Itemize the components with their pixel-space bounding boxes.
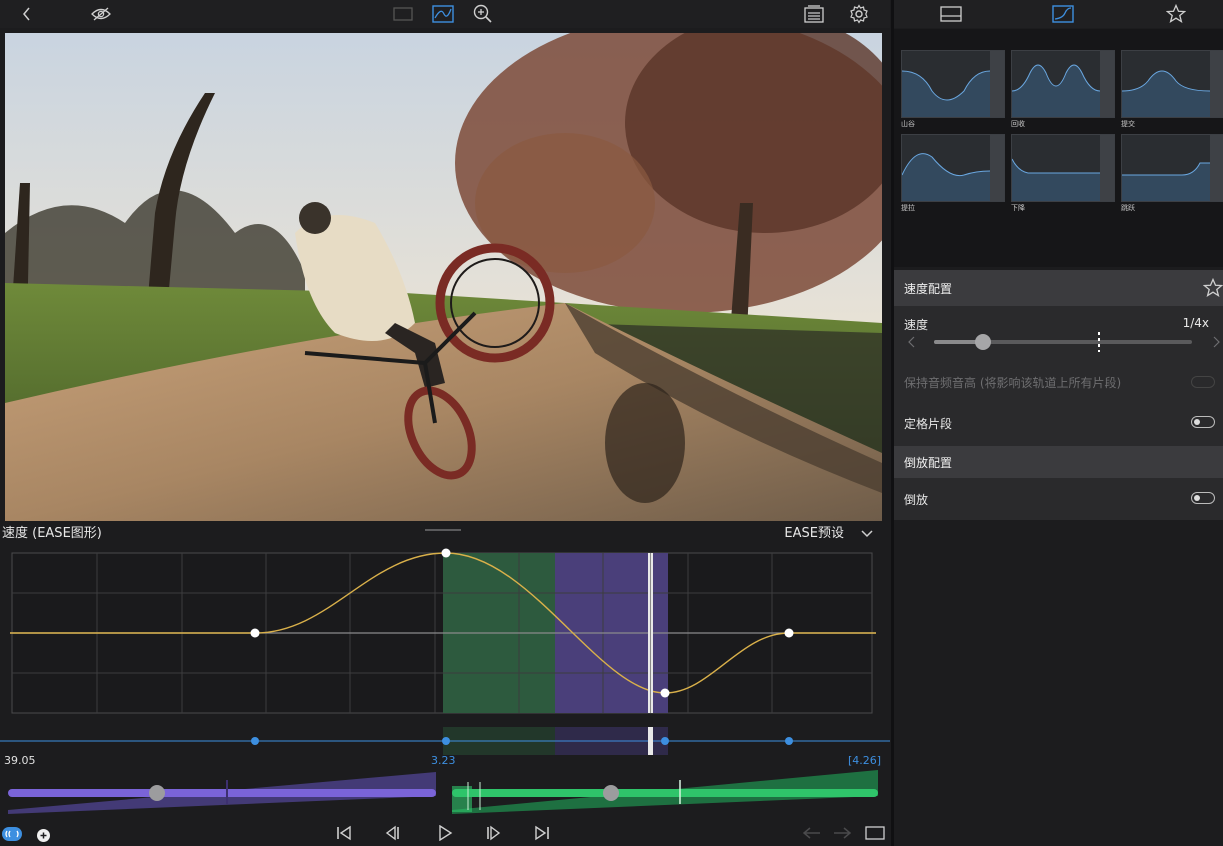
inspector-tabs xyxy=(894,0,1223,28)
favorite-star-icon[interactable] xyxy=(1165,3,1187,28)
curve-tab-icon[interactable] xyxy=(1052,5,1074,27)
inspector-list-icon[interactable] xyxy=(803,3,825,25)
reverse-toggle[interactable] xyxy=(1191,492,1215,504)
timeline-keyframe[interactable] xyxy=(785,737,793,745)
preset-label: 提交 xyxy=(1121,120,1135,128)
keyframe-point[interactable] xyxy=(784,628,794,638)
drag-handle[interactable] xyxy=(425,529,461,531)
playback-controls xyxy=(0,820,890,846)
purple-ramp-handle[interactable] xyxy=(149,785,165,801)
zoom-in-icon[interactable] xyxy=(472,3,494,25)
preset-valley[interactable]: 山谷 xyxy=(901,50,1005,128)
speed-increase-icon[interactable] xyxy=(1212,336,1220,351)
play-icon[interactable] xyxy=(437,824,453,845)
timeline-keyframe[interactable] xyxy=(251,737,259,745)
purple-ramp-track[interactable] xyxy=(8,789,436,797)
ease-preset-dropdown[interactable]: EASE预设 xyxy=(784,522,844,541)
keep-pitch-toggle[interactable] xyxy=(1191,376,1215,388)
timeline-keyframe[interactable] xyxy=(442,737,450,745)
preset-label: 跳跃 xyxy=(1121,204,1135,212)
speed-default-marker xyxy=(1098,332,1100,352)
speed-graph-title: 速度 (EASE图形) xyxy=(2,526,102,541)
speed-decrease-icon[interactable] xyxy=(908,336,916,351)
freeze-toggle[interactable] xyxy=(1191,416,1215,428)
ease-presets-grid: 山谷 回收 提交 提拉 下降 跳跃 xyxy=(894,29,1223,267)
preset-lift[interactable]: 提拉 xyxy=(901,134,1005,212)
green-ramp-handle[interactable] xyxy=(603,785,619,801)
speed-row: 速度 1/4x xyxy=(894,306,1223,364)
keyframe-point[interactable] xyxy=(250,628,260,638)
freeze-label: 定格片段 xyxy=(904,416,953,431)
reverse-label: 倒放 xyxy=(904,492,929,507)
keyframe-point[interactable] xyxy=(441,548,451,558)
keyframe-point[interactable] xyxy=(660,688,670,698)
clip-tab-icon[interactable] xyxy=(940,6,962,26)
keep-pitch-row: 保持音频音高 (将影响该轨道上所有片段) xyxy=(894,364,1223,400)
redo-icon[interactable] xyxy=(832,825,852,845)
visibility-eye-icon[interactable] xyxy=(90,3,112,25)
keep-pitch-label: 保持音频音高 (将影响该轨道上所有片段) xyxy=(904,375,1122,390)
video-frame-image xyxy=(5,33,882,521)
preset-recover[interactable]: 回收 xyxy=(1011,50,1115,128)
inspector-panel: 山谷 回收 提交 提拉 下降 跳跃 速度配置 速度 1/4x 保持音频音高 (将… xyxy=(891,0,1223,846)
reverse-config-header: 倒放配置 xyxy=(894,446,1223,478)
speed-value: 1/4x xyxy=(1182,316,1209,330)
reverse-row: 倒放 xyxy=(894,478,1223,520)
speed-config-title: 速度配置 xyxy=(904,281,953,296)
speed-config-header: 速度配置 xyxy=(894,270,1223,306)
settings-gear-icon[interactable] xyxy=(848,3,870,25)
preset-label: 回收 xyxy=(1011,120,1025,128)
chevron-down-icon[interactable] xyxy=(860,524,874,543)
next-frame-icon[interactable] xyxy=(485,825,501,845)
freeze-row: 定格片段 xyxy=(894,400,1223,446)
ramp-sliders[interactable] xyxy=(0,766,890,818)
video-preview[interactable] xyxy=(5,33,882,521)
speed-curve-graph[interactable] xyxy=(0,545,890,765)
preset-submit[interactable]: 提交 xyxy=(1121,50,1223,128)
preset-drop[interactable]: 下降 xyxy=(1011,134,1115,212)
speed-graph-header: 速度 (EASE图形) EASE预设 xyxy=(0,520,890,543)
add-keyframe-icon[interactable] xyxy=(37,827,50,846)
frame-view-icon[interactable] xyxy=(392,3,414,25)
fullscreen-icon[interactable] xyxy=(865,825,885,844)
curve-view-icon[interactable] xyxy=(432,3,454,25)
speed-slider[interactable] xyxy=(934,332,1192,352)
undo-icon[interactable] xyxy=(802,825,822,845)
preset-label: 提拉 xyxy=(901,204,915,212)
preset-jump[interactable]: 跳跃 xyxy=(1121,134,1223,212)
link-toggle-icon[interactable] xyxy=(2,826,22,845)
speed-label: 速度 xyxy=(904,318,929,332)
green-ramp-track[interactable] xyxy=(452,789,878,797)
skip-to-start-icon[interactable] xyxy=(336,825,352,845)
preset-label: 山谷 xyxy=(901,120,915,128)
timeline-keyframe[interactable] xyxy=(661,737,669,745)
preset-label: 下降 xyxy=(1011,204,1025,212)
top-toolbar xyxy=(0,0,890,28)
favorite-preset-star-icon[interactable] xyxy=(1202,277,1223,301)
reverse-config-title: 倒放配置 xyxy=(904,455,953,470)
speed-slider-handle[interactable] xyxy=(975,334,992,350)
previous-frame-icon[interactable] xyxy=(385,825,401,845)
back-chevron-icon[interactable] xyxy=(16,3,38,25)
skip-to-end-icon[interactable] xyxy=(534,825,550,845)
